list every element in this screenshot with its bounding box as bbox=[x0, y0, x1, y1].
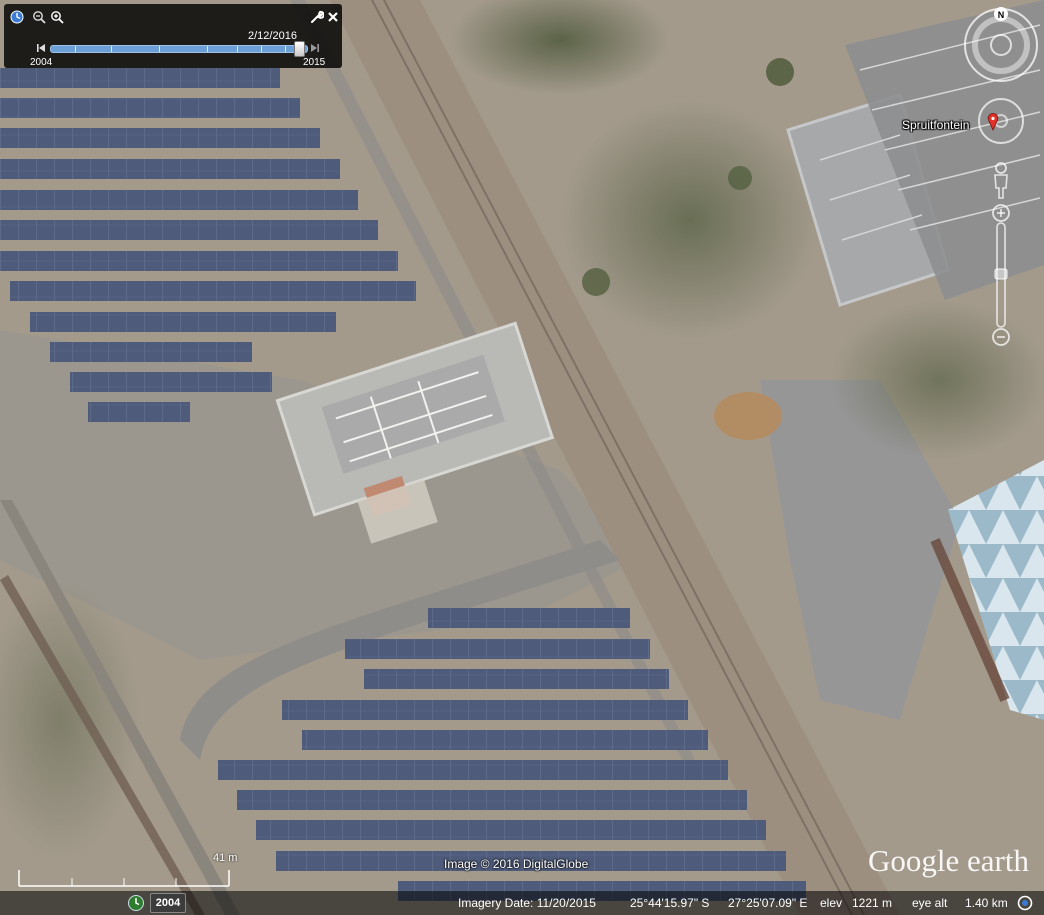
map-pin-icon[interactable] bbox=[987, 113, 999, 131]
solar-row bbox=[0, 128, 320, 148]
slider-start-year: 2004 bbox=[30, 57, 53, 68]
zoom-in-icon[interactable] bbox=[50, 10, 64, 24]
historical-imagery-slider[interactable]: 2/12/2016 2004 2015 bbox=[4, 4, 342, 68]
tree bbox=[766, 58, 794, 86]
slider-tick bbox=[237, 46, 238, 52]
slider-tick bbox=[261, 46, 262, 52]
slider-tick bbox=[285, 46, 286, 52]
eye-altitude: 1.40 km bbox=[965, 896, 1008, 910]
wrench-icon[interactable] bbox=[310, 10, 324, 24]
streaming-status-icon bbox=[1017, 895, 1033, 911]
slider-current-date: 2/12/2016 bbox=[248, 30, 297, 42]
longitude: 27°25'07.09" E bbox=[728, 896, 808, 910]
eye-altitude-label: eye alt bbox=[912, 896, 948, 910]
imagery-date: Imagery Date: 11/20/2015 bbox=[458, 896, 596, 910]
scale-bar bbox=[18, 870, 230, 887]
solar-row bbox=[10, 281, 416, 301]
solar-row bbox=[50, 342, 252, 362]
imagery-copyright: Image © 2016 DigitalGlobe bbox=[444, 857, 589, 871]
compass-icon[interactable]: N bbox=[962, 6, 1040, 84]
elevation: 1221 m bbox=[852, 896, 893, 910]
solar-row bbox=[302, 730, 708, 750]
tree bbox=[728, 166, 752, 190]
zoom-out-icon[interactable] bbox=[32, 10, 46, 24]
slider-tick bbox=[75, 46, 76, 52]
solar-row bbox=[0, 190, 358, 210]
previous-date-icon[interactable] bbox=[36, 43, 46, 53]
compass-north-label: N bbox=[998, 10, 1005, 20]
solar-row bbox=[364, 669, 669, 689]
solar-row bbox=[70, 372, 272, 392]
solar-row bbox=[282, 700, 688, 720]
solar-row bbox=[218, 760, 728, 780]
google-earth-logo: Google earth bbox=[868, 843, 1029, 878]
solar-row bbox=[0, 98, 300, 118]
solar-row bbox=[0, 220, 378, 240]
solar-row bbox=[0, 68, 280, 88]
latitude: 25°44'15.97" S bbox=[630, 896, 710, 910]
dirt-mound bbox=[714, 392, 782, 440]
zoom-slider[interactable] bbox=[990, 203, 1012, 349]
logo-text: Google earth bbox=[868, 843, 1029, 878]
solar-row bbox=[88, 402, 190, 422]
close-icon[interactable] bbox=[326, 10, 340, 24]
solar-row bbox=[30, 312, 336, 332]
solar-row bbox=[0, 159, 340, 179]
solar-row bbox=[428, 608, 630, 628]
solar-row bbox=[256, 820, 766, 840]
status-bar: 2004 Imagery Date: 11/20/2015 25°44'15.9… bbox=[0, 891, 1044, 915]
pegman-icon[interactable] bbox=[990, 162, 1012, 200]
slider-tick bbox=[111, 46, 112, 52]
elevation-label: elev bbox=[820, 896, 843, 910]
satellite-map[interactable] bbox=[0, 0, 1044, 915]
slider-end-year: 2015 bbox=[303, 57, 326, 68]
look-joystick-icon[interactable] bbox=[976, 96, 1026, 146]
vegetation bbox=[560, 100, 820, 340]
solar-row bbox=[237, 790, 747, 810]
solar-row bbox=[0, 251, 398, 271]
solar-row bbox=[345, 639, 650, 659]
historical-year-button[interactable]: 2004 bbox=[150, 893, 186, 913]
tree bbox=[582, 268, 610, 296]
historical-imagery-icon[interactable] bbox=[127, 894, 145, 912]
place-label[interactable]: Spruitfontein bbox=[902, 118, 969, 132]
slider-handle[interactable] bbox=[294, 41, 305, 57]
next-date-icon[interactable] bbox=[310, 43, 320, 53]
scale-label: 41 m bbox=[213, 852, 238, 864]
clock-icon[interactable] bbox=[10, 10, 24, 24]
slider-tick bbox=[159, 46, 160, 52]
slider-track[interactable] bbox=[50, 41, 308, 57]
slider-tick bbox=[207, 46, 208, 52]
